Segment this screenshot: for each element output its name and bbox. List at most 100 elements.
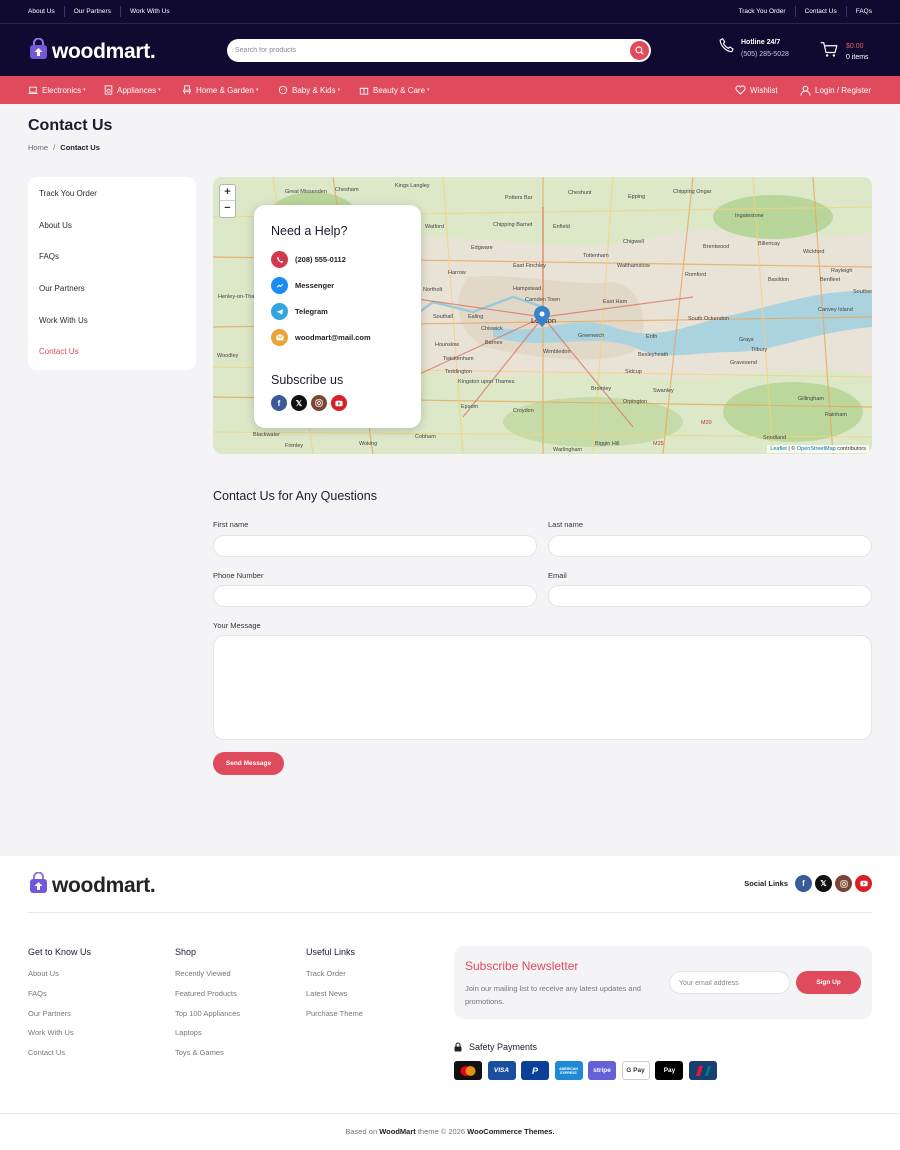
sidebar-item-work-with-us[interactable]: Work With Us: [39, 316, 88, 325]
instagram-icon[interactable]: [311, 395, 327, 411]
email-input[interactable]: [549, 586, 871, 607]
google-pay-icon: G Pay: [621, 1061, 650, 1080]
map-place-label: Barnes: [485, 340, 503, 346]
footer-link[interactable]: Purchase Theme: [306, 1009, 363, 1029]
hotline[interactable]: Hotline 24/7 (505) 285-5028: [718, 37, 789, 61]
nav-item-beauty-care[interactable]: Beauty & Care ▾: [359, 76, 430, 104]
send-message-button[interactable]: Send Message: [213, 752, 284, 775]
sidebar-item-about-us[interactable]: About Us: [39, 221, 72, 230]
topbar-link-partners[interactable]: Our Partners: [74, 8, 111, 15]
newsletter-signup-button[interactable]: Sign Up: [796, 971, 861, 994]
footer-link[interactable]: Laptops: [175, 1028, 240, 1048]
map-place-label: Chipping Barnet: [493, 222, 533, 228]
map-place-label: Tilbury: [751, 347, 768, 353]
topbar-link-work[interactable]: Work With Us: [130, 8, 170, 15]
x-twitter-icon[interactable]: 𝕏: [815, 875, 832, 892]
youtube-icon[interactable]: [331, 395, 347, 411]
footer: woodmart. Social Links f 𝕏 Get to Know U…: [0, 856, 900, 1150]
facebook-icon[interactable]: f: [795, 875, 812, 892]
map-place-label: Cobham: [415, 434, 436, 440]
facebook-icon[interactable]: f: [271, 395, 287, 411]
map-place-label: Tottenham: [583, 253, 609, 259]
cart-button[interactable]: $0.00 0 items: [820, 41, 869, 63]
map-place-label: Chesham: [335, 187, 359, 193]
map-place-label: Woodley: [217, 353, 239, 359]
instagram-icon[interactable]: [835, 875, 852, 892]
nav-item-electronics[interactable]: Electronics ▾: [28, 76, 86, 104]
map-place-label: Croydon: [513, 408, 534, 414]
map-place-label: Edgware: [471, 245, 493, 251]
footer-link[interactable]: Latest News: [306, 989, 363, 1009]
map-place-label: Ingatestone: [735, 213, 764, 219]
site-logo[interactable]: woodmart.: [29, 37, 156, 65]
map-place-label: Twickenham: [443, 356, 474, 362]
footer-link[interactable]: Recently Viewed: [175, 969, 240, 989]
leaflet-link[interactable]: Leaflet: [770, 446, 787, 452]
map-place-label: M20: [701, 420, 712, 426]
woodmart-link[interactable]: WoodMart: [379, 1127, 416, 1136]
map-place-label: Biggin Hill: [595, 441, 619, 447]
map-place-label: Cheshunt: [568, 190, 592, 196]
nav-item-baby-kids[interactable]: Baby & Kids ▾: [278, 76, 340, 104]
phone-input[interactable]: [214, 586, 536, 607]
telegram-icon: [271, 303, 288, 320]
topbar-link-about[interactable]: About Us: [28, 8, 55, 15]
nav-item-appliances[interactable]: Appliances ▾: [104, 76, 161, 104]
sidebar-item-our-partners[interactable]: Our Partners: [39, 284, 85, 293]
breadcrumb-home[interactable]: Home: [28, 143, 48, 152]
help-phone[interactable]: (208) 555-0112: [271, 251, 346, 268]
footer-link[interactable]: Track Order: [306, 969, 363, 989]
last-name-input[interactable]: [549, 536, 871, 557]
nav-label: Beauty & Care: [373, 85, 426, 95]
help-email[interactable]: woodmart@mail.com: [271, 329, 371, 346]
login-register-link[interactable]: Login / Register: [800, 76, 871, 104]
map-place-label: Gravesend: [730, 360, 757, 366]
search-button[interactable]: [630, 41, 649, 60]
sidebar-item-faqs[interactable]: FAQs: [39, 252, 59, 261]
osm-link[interactable]: OpenStreetMap: [797, 446, 836, 452]
map-place-label: Epsom: [461, 404, 479, 410]
logo-text: woodmart.: [52, 39, 156, 63]
footer-link[interactable]: Toys & Games: [175, 1048, 240, 1068]
woocommerce-themes-link[interactable]: WooCommerce Themes.: [467, 1127, 554, 1136]
sidebar-item-contact-us[interactable]: Contact Us: [39, 347, 79, 356]
footer-link[interactable]: Top 100 Appliances: [175, 1009, 240, 1029]
zoom-out-button[interactable]: −: [220, 201, 235, 217]
cart-icon: [820, 41, 838, 63]
phone-icon: [271, 251, 288, 268]
newsletter-email-input[interactable]: [670, 973, 789, 994]
map-place-label: Potters Bar: [505, 195, 533, 201]
search-input[interactable]: [235, 39, 625, 62]
help-messenger[interactable]: Messenger: [271, 277, 334, 294]
footer-divider: [28, 912, 872, 913]
map-place-label: Basildon: [768, 277, 789, 283]
footer-logo-text: woodmart.: [52, 873, 156, 897]
form-title: Contact Us for Any Questions: [213, 489, 377, 503]
topbar-link-faqs[interactable]: FAQs: [856, 8, 872, 15]
footer-logo[interactable]: woodmart.: [29, 871, 156, 899]
youtube-icon[interactable]: [855, 875, 872, 892]
footer-link[interactable]: Featured Products: [175, 989, 240, 1009]
footer-link[interactable]: About Us: [28, 969, 91, 989]
help-telegram[interactable]: Telegram: [271, 303, 328, 320]
topbar-link-track[interactable]: Track You Order: [738, 8, 785, 15]
nav-label: Home & Garden: [196, 85, 254, 95]
amex-icon: AMERICAN EXPRESS: [554, 1061, 583, 1080]
wishlist-link[interactable]: Wishlist: [735, 76, 778, 104]
footer-link[interactable]: FAQs: [28, 989, 91, 1009]
topbar-link-contact[interactable]: Contact Us: [805, 8, 837, 15]
sidebar-item-track-order[interactable]: Track You Order: [39, 189, 97, 198]
first-name-input[interactable]: [214, 536, 536, 557]
footer-link[interactable]: Contact Us: [28, 1048, 91, 1068]
x-twitter-icon[interactable]: 𝕏: [291, 395, 307, 411]
message-textarea[interactable]: [214, 636, 871, 739]
nav-item-home-garden[interactable]: Home & Garden ▾: [182, 76, 258, 104]
map-attribution: Leaflet | © OpenStreetMap contributors: [767, 445, 869, 453]
map-place-label: Great Missenden: [285, 189, 327, 195]
footer-link[interactable]: Our Partners: [28, 1009, 91, 1029]
zoom-in-button[interactable]: +: [220, 185, 235, 201]
divider: [119, 6, 121, 17]
footer-link[interactable]: Work With Us: [28, 1028, 91, 1048]
map-place-label: Teddington: [445, 369, 472, 375]
user-icon: [800, 85, 811, 96]
